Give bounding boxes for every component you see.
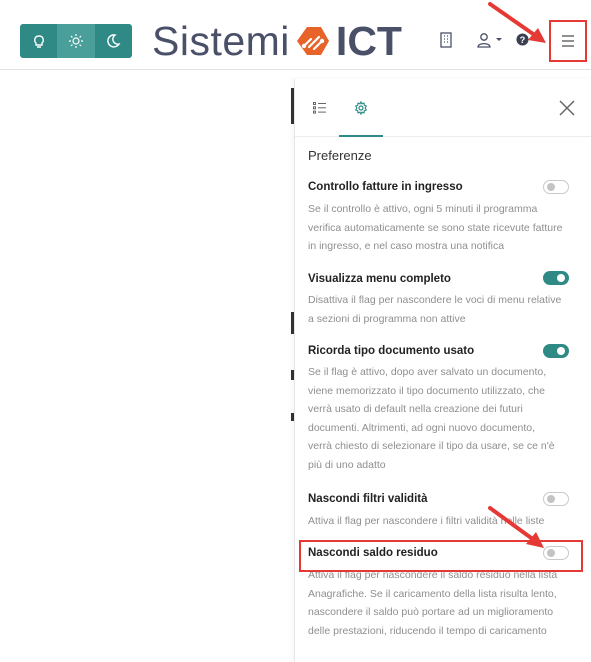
sistemi-ict-logo: Sistemi ICT	[152, 17, 402, 65]
pref-desc-line: a sezioni di programma non attive	[308, 312, 466, 325]
pref-desc-line: nascondere il saldo può portare ad un mi…	[308, 606, 554, 618]
tab-settings[interactable]	[350, 97, 372, 119]
pref-desc-line: documenti. Altrimenti, ad ogni nuovo doc…	[308, 421, 536, 434]
pref-desc-line: in ingresso, e nel caso mostra una notif…	[308, 240, 505, 252]
tab-list[interactable]	[309, 97, 331, 119]
company-button[interactable]	[440, 32, 452, 48]
theme-switcher	[20, 24, 132, 58]
pref-desc-line: delle prestazioni, riducendo il tempo di…	[308, 624, 547, 637]
toggle-knob	[547, 495, 555, 503]
list-icon	[313, 102, 326, 114]
pref-desc-line: Se il flag è attivo, dopo aver salvato u…	[308, 366, 547, 378]
pref-title-ricorda-tipo: Ricorda tipo documento usato	[308, 345, 475, 357]
logo-text-sistemi: Sistemi	[152, 17, 290, 64]
pref-desc-ricorda-tipo: Se il flag è attivo, dopo aver salvato u…	[308, 363, 578, 474]
pref-title-controllo-fatture: Controllo fatture in ingresso	[308, 181, 463, 193]
annotation-arrow-icon	[488, 2, 546, 43]
settings-panel: Preferenze Controllo fatture in ingresso…	[294, 79, 591, 662]
theme-dark-button[interactable]	[94, 24, 132, 58]
pref-desc-line: verrà usato di default nella creazione d…	[308, 403, 523, 415]
moon-icon	[107, 34, 121, 48]
toggle-controllo-fatture[interactable]	[543, 180, 569, 194]
toggle-knob	[557, 274, 565, 282]
pref-desc-line: più di uno adatto	[308, 458, 386, 471]
gear-icon	[354, 101, 368, 115]
pref-title-visualizza-menu: Visualizza menu completo	[308, 273, 451, 285]
pref-desc-line: Se il controllo è attivo, ogni 5 minuti …	[308, 203, 538, 215]
theme-auto-button[interactable]	[57, 24, 95, 58]
pref-desc-line: Disattiva il flag per nascondere le voci…	[308, 294, 562, 306]
pref-desc-visualizza-menu: Disattiva il flag per nascondere le voci…	[308, 291, 578, 328]
toggle-knob	[557, 347, 565, 355]
pref-title-nascondi-filtri: Nascondi filtri validità	[308, 493, 428, 505]
pref-desc-line: verrà chiesto di selezionare il tipo da …	[308, 440, 555, 452]
toggle-knob	[547, 183, 555, 191]
logo-mark-icon	[296, 27, 329, 55]
section-title: Preferenze	[308, 148, 372, 163]
hamburger-menu-icon	[562, 35, 574, 47]
toggle-ricorda-tipo[interactable]	[543, 344, 569, 358]
panel-tabs	[295, 79, 591, 137]
sun-icon	[68, 34, 83, 48]
logo-text-ict: ICT	[335, 17, 402, 64]
pref-desc-controllo-fatture: Se il controllo è attivo, ogni 5 minuti …	[308, 200, 578, 256]
theme-light-button[interactable]	[20, 24, 58, 58]
building-icon	[440, 32, 452, 48]
annotation-arrow-icon	[488, 506, 544, 548]
pref-desc-line: verifica automaticamente se sono state r…	[308, 221, 563, 234]
pref-desc-line: viene memorizzato il tipo documento util…	[308, 384, 545, 397]
pref-desc-line: Anagrafiche. Se il caricamento della lis…	[308, 587, 557, 600]
close-icon[interactable]	[557, 98, 577, 118]
lightbulb-icon	[33, 35, 44, 48]
toggle-visualizza-menu[interactable]	[543, 271, 569, 285]
pref-desc-nascondi-saldo: Attiva il flag per nascondere il saldo r…	[308, 566, 578, 640]
active-tab-indicator	[339, 135, 383, 137]
hamburger-menu-button[interactable]	[549, 20, 587, 62]
